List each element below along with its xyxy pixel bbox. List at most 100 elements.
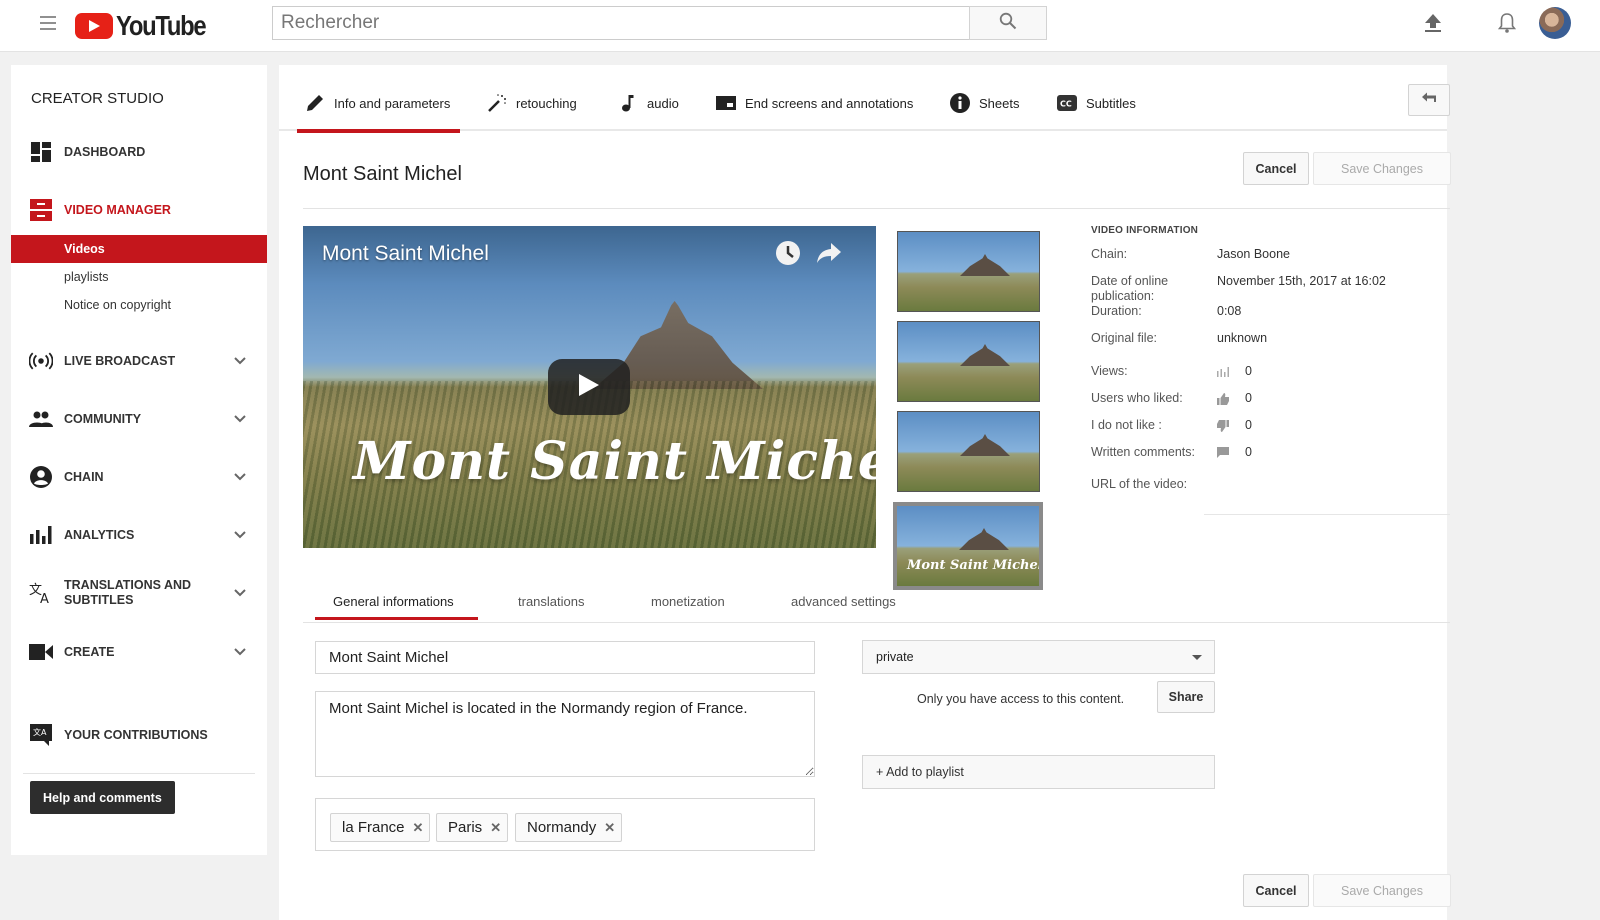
video-url-field[interactable] — [1204, 514, 1450, 515]
tab-subtitles[interactable]: CC Subtitles — [1057, 85, 1136, 131]
tags-input[interactable]: la France ✕ Paris ✕ Normandy ✕ — [315, 798, 815, 851]
chevron-down-icon[interactable] — [233, 586, 247, 600]
video-camera-icon — [29, 640, 53, 664]
dropdown-caret-icon — [1192, 655, 1202, 660]
chevron-down-icon[interactable] — [233, 470, 247, 484]
subtab-translations[interactable]: translations — [518, 594, 584, 609]
upload-button[interactable] — [1420, 12, 1446, 38]
thumbnail-option[interactable] — [897, 411, 1040, 492]
tab-retouching[interactable]: retouching — [487, 85, 577, 131]
subtab-general-informations[interactable]: General informations — [315, 594, 478, 620]
clock-icon — [775, 240, 801, 271]
share-button[interactable]: Share — [1157, 681, 1215, 713]
sidebar-item-label: YOUR CONTRIBUTIONS — [64, 727, 208, 742]
sidebar-subitem-videos[interactable]: Videos — [11, 235, 267, 263]
publication-date-value: November 15th, 2017 at 16:02 — [1217, 274, 1386, 288]
menu-icon[interactable] — [40, 16, 56, 30]
sidebar-item-video-manager[interactable]: VIDEO MANAGER — [11, 190, 267, 230]
tab-audio[interactable]: audio — [618, 85, 679, 131]
main-panel: Info and parameters retouching audio End… — [279, 65, 1451, 920]
tab-info-and-parameters[interactable]: Info and parameters — [296, 85, 461, 133]
video-player[interactable]: Mont Saint Michel Mont Saint Michel — [303, 226, 876, 548]
tag-label: la France — [342, 819, 405, 836]
back-button[interactable] — [1408, 84, 1450, 116]
sidebar-item-live-broadcast[interactable]: LIVE BROADCAST — [11, 341, 267, 381]
sidebar-item-label: TRANSLATIONS AND SUBTITLES — [64, 578, 192, 607]
share-video-button[interactable] — [815, 241, 843, 269]
tag-chip: la France ✕ — [330, 813, 431, 842]
chevron-down-icon[interactable] — [233, 354, 247, 368]
thumbnail-option[interactable] — [897, 321, 1040, 402]
watch-later-button[interactable] — [774, 240, 802, 271]
tab-label: Sheets — [979, 95, 1020, 111]
chevron-down-icon[interactable] — [233, 528, 247, 542]
sidebar-subitem-playlists[interactable]: playlists — [11, 263, 267, 291]
tag-label: Paris — [448, 819, 483, 836]
search-input[interactable] — [272, 6, 969, 40]
creator-studio-title: CREATOR STUDIO — [31, 90, 164, 107]
comments-value: 0 — [1245, 445, 1252, 459]
cancel-button-bottom[interactable]: Cancel — [1243, 874, 1309, 907]
add-to-playlist-button[interactable]: + Add to playlist — [862, 755, 1215, 789]
privacy-select[interactable]: private — [862, 640, 1215, 674]
bell-icon — [1497, 12, 1517, 39]
chevron-down-icon[interactable] — [233, 645, 247, 659]
save-changes-button[interactable]: Save Changes — [1313, 152, 1451, 185]
sidebar-item-chain[interactable]: CHAIN — [11, 457, 267, 497]
play-icon — [578, 373, 600, 402]
sidebar-subitem-label: Videos — [64, 242, 105, 256]
remove-tag-icon[interactable]: ✕ — [604, 820, 615, 836]
sidebar-item-label: CREATE — [64, 644, 115, 659]
tag-chip: Paris ✕ — [436, 813, 509, 842]
thumbnail-custom-selected[interactable]: Mont Saint Michel — [893, 502, 1043, 590]
sidebar-item-analytics[interactable]: ANALYTICS — [11, 515, 267, 555]
sidebar-item-label: DASHBOARD — [64, 144, 146, 159]
sidebar-item-label: CHAIN — [64, 469, 104, 484]
save-changes-button-bottom[interactable]: Save Changes — [1313, 874, 1451, 907]
sidebar-subitem-label: playlists — [64, 270, 109, 284]
thumbs-down-icon — [1216, 419, 1230, 433]
views-label: Views: — [1091, 364, 1128, 378]
video-description-textarea[interactable] — [315, 691, 815, 777]
avatar[interactable] — [1539, 7, 1571, 39]
duration-label: Duration: — [1091, 304, 1142, 318]
logo-text: YouTube — [116, 10, 207, 41]
thumbnail-option[interactable] — [897, 231, 1040, 312]
cancel-button[interactable]: Cancel — [1243, 152, 1309, 185]
sidebar-item-label: VIDEO MANAGER — [64, 202, 171, 217]
svg-text:A: A — [40, 592, 49, 605]
sidebar-subitem-label: Notice on copyright — [64, 298, 172, 312]
likes-label: Users who liked: — [1091, 391, 1183, 405]
live-broadcast-icon — [29, 349, 53, 373]
sidebar-subitem-copyright-notice[interactable]: Notice on copyright — [11, 291, 267, 319]
pencil-icon — [305, 93, 325, 113]
remove-tag-icon[interactable]: ✕ — [490, 820, 501, 836]
likes-value: 0 — [1245, 391, 1252, 405]
chevron-down-icon[interactable] — [233, 412, 247, 426]
sidebar-item-your-contributions[interactable]: 文A YOUR CONTRIBUTIONS — [11, 715, 267, 755]
sidebar: CREATOR STUDIO DASHBOARD VIDEO MANAGER V… — [11, 65, 267, 855]
subtab-monetization[interactable]: monetization — [651, 594, 725, 609]
upload-icon — [1424, 13, 1442, 38]
sidebar-item-create[interactable]: CREATE — [11, 632, 267, 672]
tab-label: Subtitles — [1086, 95, 1136, 111]
search-button[interactable] — [969, 6, 1047, 40]
video-overlay-title: Mont Saint Michel — [353, 431, 876, 492]
video-title-input[interactable] — [315, 641, 815, 674]
sidebar-item-translations-subtitles[interactable]: 文A TRANSLATIONS AND SUBTITLES — [11, 573, 267, 613]
tab-sheets[interactable]: Sheets — [950, 85, 1019, 131]
play-button[interactable] — [548, 359, 630, 415]
subtab-advanced-settings[interactable]: advanced settings — [791, 594, 896, 609]
remove-tag-icon[interactable]: ✕ — [413, 820, 424, 836]
account-circle-icon — [29, 465, 53, 489]
sidebar-item-label: LIVE BROADCAST — [64, 353, 176, 368]
tab-end-screens[interactable]: End screens and annotations — [716, 85, 913, 131]
sidebar-item-label: ANALYTICS — [64, 527, 135, 542]
youtube-logo[interactable]: YouTube — [75, 10, 221, 42]
sidebar-item-community[interactable]: COMMUNITY — [11, 399, 267, 439]
sidebar-item-dashboard[interactable]: DASHBOARD — [11, 132, 267, 172]
player-video-title: Mont Saint Michel — [322, 242, 489, 265]
thumbnail-custom-text: Mont Saint Michel — [907, 558, 1043, 573]
help-and-comments-button[interactable]: Help and comments — [30, 781, 175, 814]
notifications-button[interactable] — [1494, 12, 1520, 38]
